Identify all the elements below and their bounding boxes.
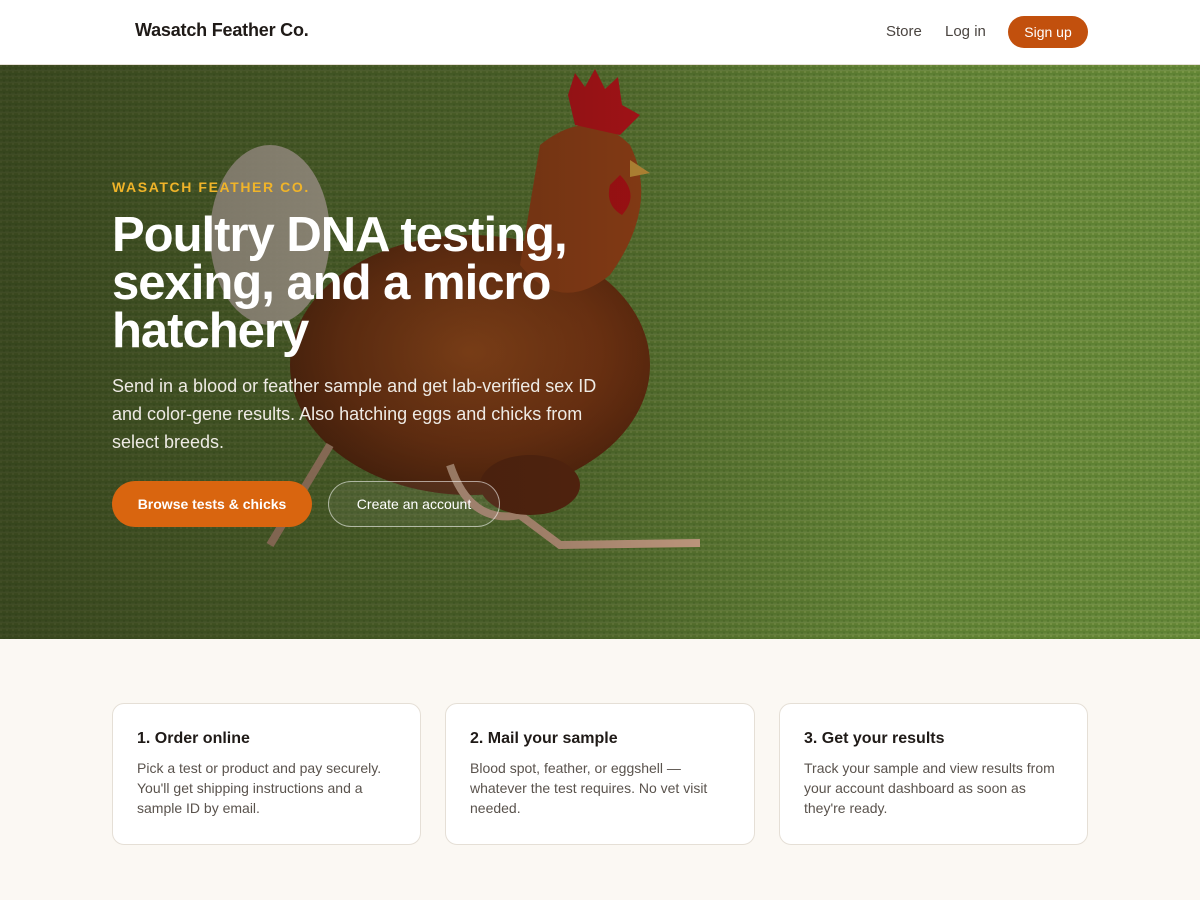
browse-tests-button[interactable]: Browse tests & chicks <box>112 481 312 527</box>
create-account-button[interactable]: Create an account <box>328 481 500 527</box>
brand-logo-link[interactable]: Wasatch Feather Co. <box>135 20 309 41</box>
step-card: 2. Mail your sample Blood spot, feather,… <box>445 703 755 845</box>
how-it-works-section: 1. Order online Pick a test or product a… <box>0 639 1200 900</box>
step-card: 1. Order online Pick a test or product a… <box>112 703 421 845</box>
hero-section: WASATCH FEATHER CO. Poultry DNA testing,… <box>0 65 1200 639</box>
nav-store-link[interactable]: Store <box>886 23 922 40</box>
site-header: Wasatch Feather Co. Store Log in Sign up <box>0 0 1200 65</box>
hero-eyebrow: WASATCH FEATHER CO. <box>112 179 310 195</box>
hero-subtitle: Send in a blood or feather sample and ge… <box>112 376 597 452</box>
step-card: 3. Get your results Track your sample an… <box>779 703 1088 845</box>
hero-title: Poultry DNA testing, sexing, and a micro… <box>112 208 568 358</box>
nav-login-link[interactable]: Log in <box>945 23 986 40</box>
step-body: Pick a test or product and pay securely.… <box>137 760 382 816</box>
step-body: Track your sample and view results from … <box>804 760 1055 816</box>
step-body: Blood spot, feather, or eggshell — whate… <box>470 760 708 816</box>
step-title: 2. Mail your sample <box>470 730 618 747</box>
signup-button[interactable]: Sign up <box>1008 16 1088 48</box>
step-title: 1. Order online <box>137 730 250 747</box>
step-title: 3. Get your results <box>804 730 945 747</box>
